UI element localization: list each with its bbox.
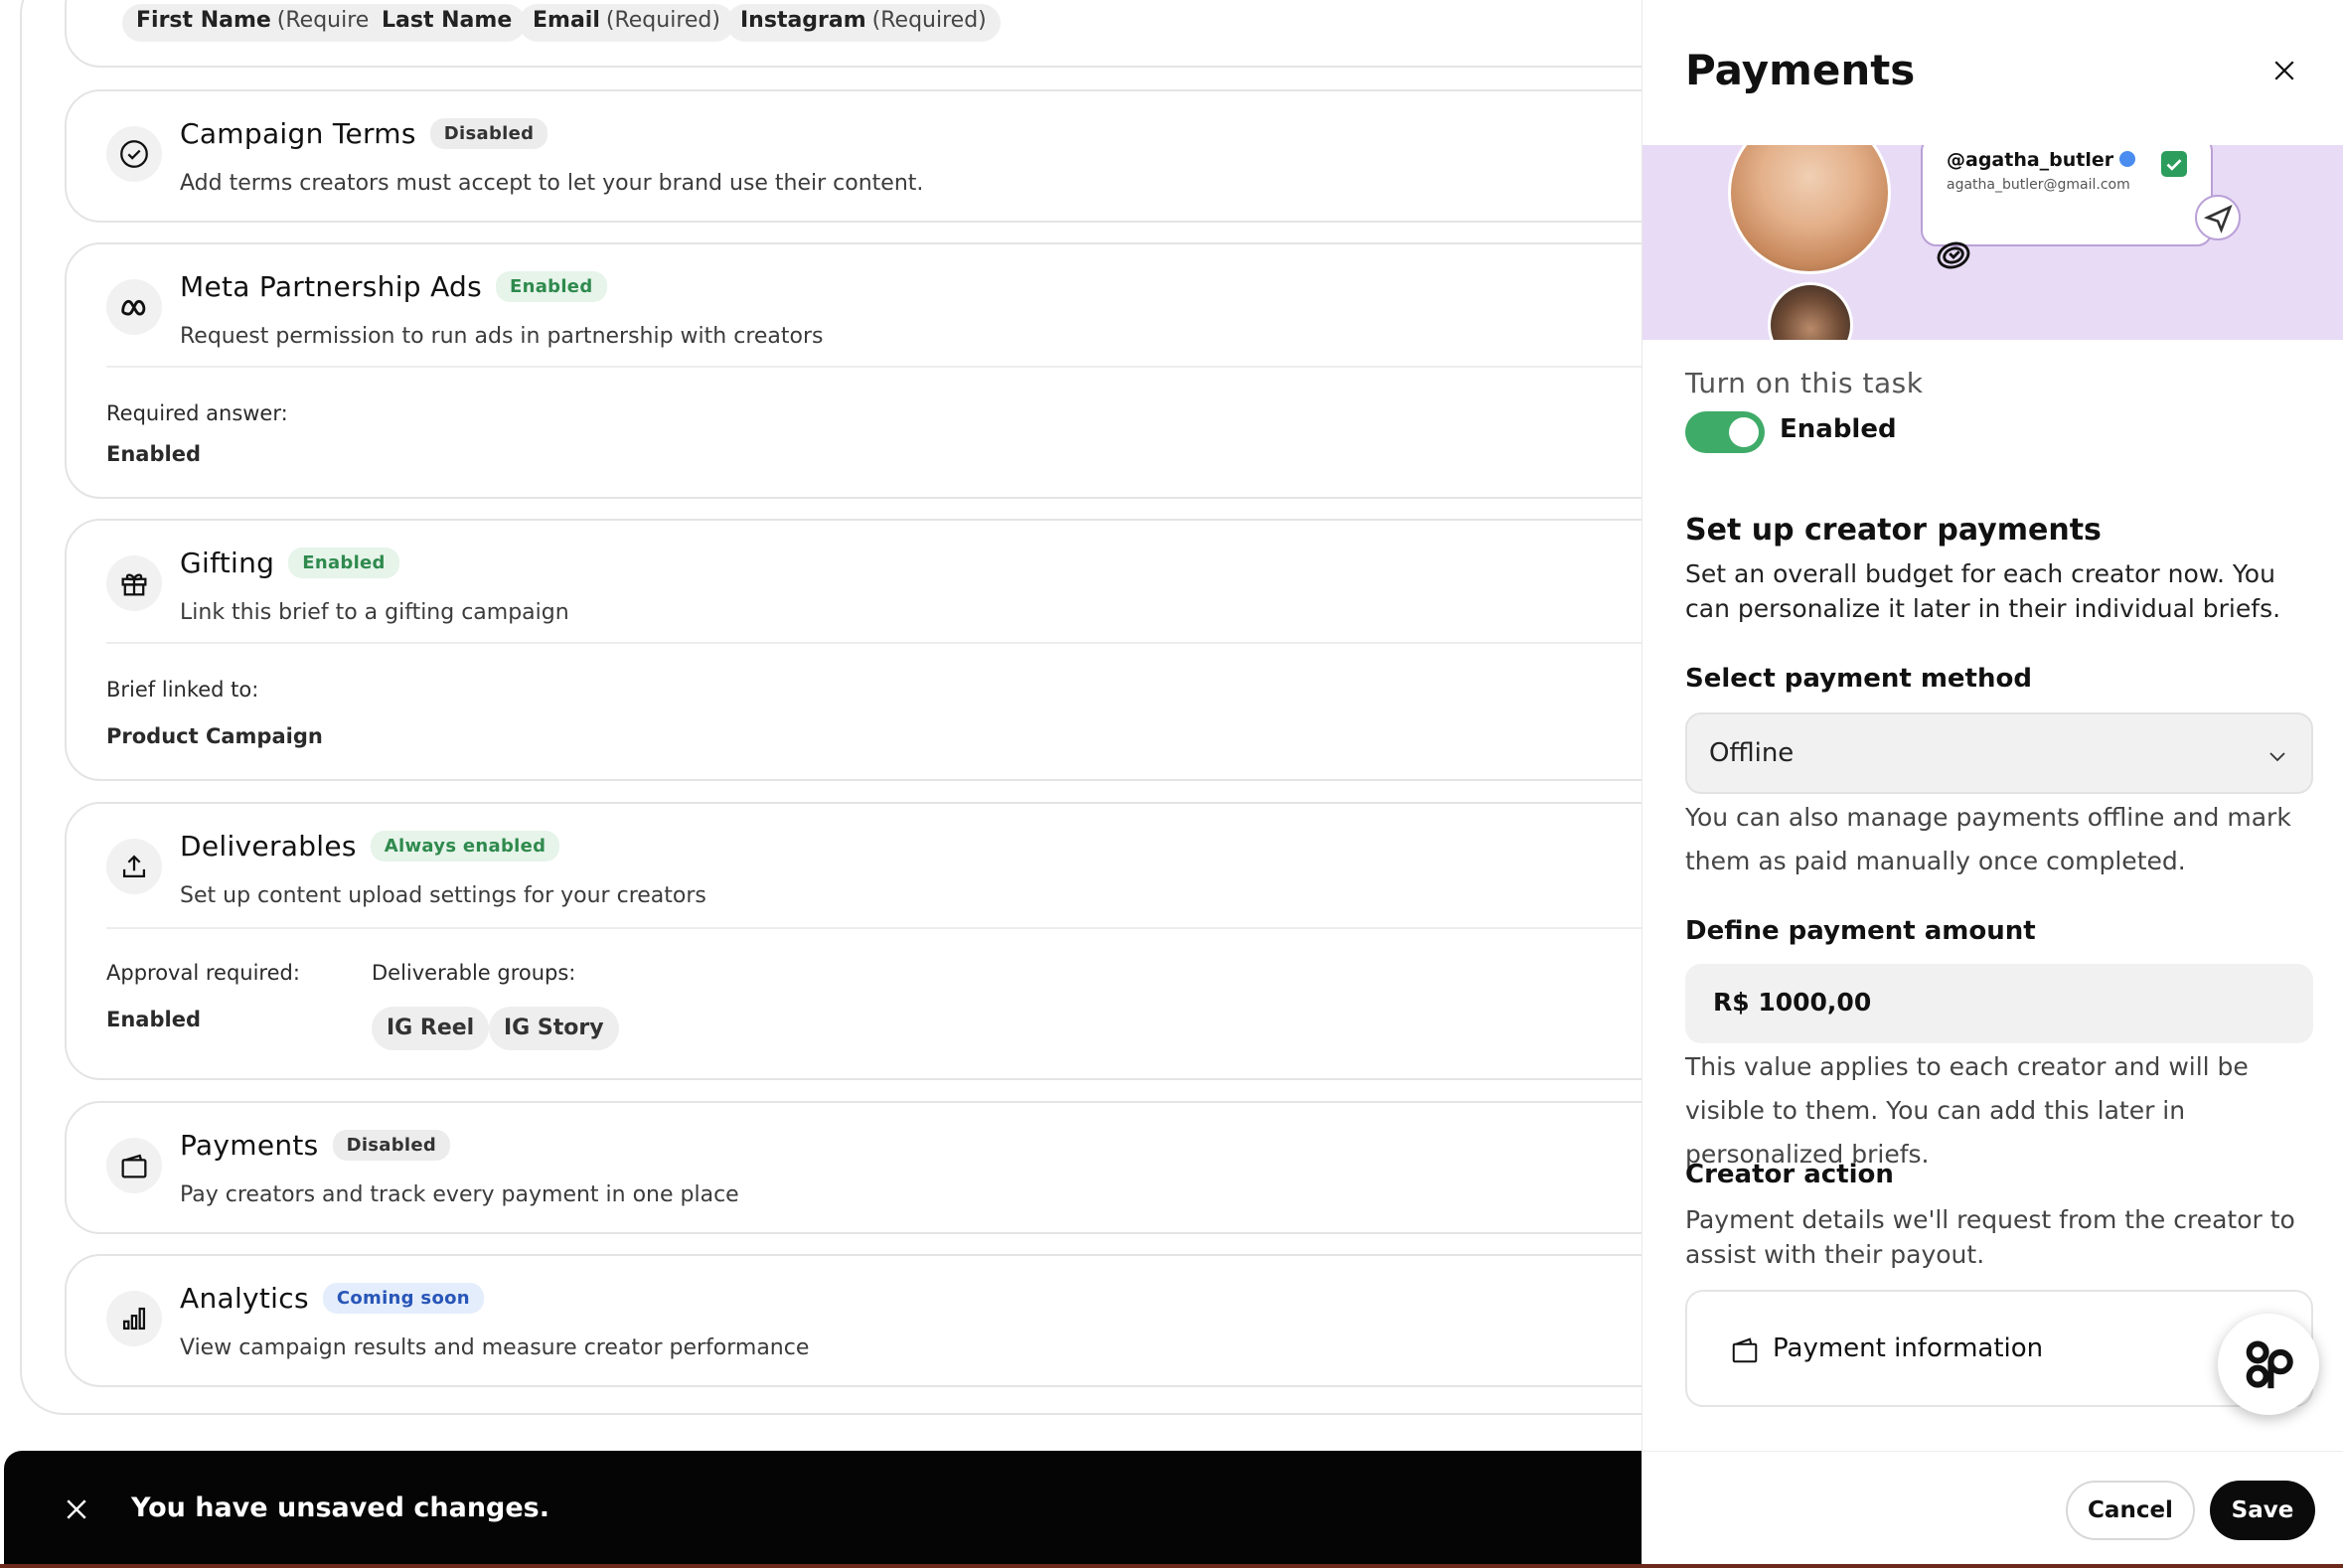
- card-description: Link this brief to a gifting campaign: [180, 600, 569, 625]
- card-title: Meta Partnership Ads Enabled: [180, 270, 607, 303]
- payment-amount-value: R$ 1000,00: [1713, 988, 1872, 1017]
- status-badge: Enabled: [496, 271, 607, 302]
- task-toggle[interactable]: [1685, 411, 1765, 453]
- deliverable-group-chip: IG Story: [489, 1007, 619, 1050]
- field-pill-email: Email (Required): [519, 4, 734, 42]
- divider: [106, 366, 1692, 368]
- status-badge: Coming soon: [322, 1283, 484, 1314]
- card-title: Deliverables Always enabled: [180, 830, 560, 862]
- required-answer-label: Required answer:: [106, 401, 288, 425]
- wallet-icon: [106, 1138, 162, 1193]
- creator-profile-card: @agatha_butler agatha_butler@gmail.com: [1921, 145, 2213, 246]
- panel-title: Payments: [1685, 46, 1916, 94]
- card-title: Gifting Enabled: [180, 547, 399, 579]
- payment-method-label: Select payment method: [1685, 664, 2032, 694]
- toggle-state-label: Enabled: [1780, 414, 1897, 444]
- setup-heading: Set up creator payments: [1685, 513, 2102, 548]
- payment-amount-help: This value applies to each creator and w…: [1685, 1052, 2249, 1169]
- card-payments[interactable]: Payments Disabled Pay creators and track …: [65, 1101, 1694, 1234]
- verified-icon: [2119, 151, 2136, 167]
- panel-footer: Cancel Save: [1642, 1451, 2343, 1568]
- card-title: Campaign Terms Disabled: [180, 117, 548, 150]
- field-pill-last-name: Last Name: [368, 4, 527, 42]
- deliverable-groups-label: Deliverable groups:: [372, 961, 576, 985]
- bottom-edge: [0, 1564, 2343, 1568]
- status-badge: Disabled: [332, 1130, 451, 1161]
- setup-text: Set an overall budget for each creator n…: [1685, 559, 2281, 623]
- card-campaign-terms[interactable]: Campaign Terms Disabled Add terms creator…: [65, 89, 1694, 223]
- coin-icon: [1937, 241, 1970, 269]
- close-icon[interactable]: [62, 1494, 91, 1524]
- payment-method-select[interactable]: Offline: [1685, 712, 2313, 794]
- close-icon[interactable]: [2269, 56, 2299, 85]
- payment-information-item[interactable]: Payment information: [1685, 1290, 2313, 1407]
- payment-information-label: Payment information: [1773, 1333, 2044, 1363]
- unsaved-changes-message: You have unsaved changes.: [131, 1492, 550, 1523]
- brief-settings-list: First Name (Required) Last Name Email (Req…: [0, 0, 1709, 1451]
- hero-illustration: @agatha_butler agatha_butler@gmail.com: [1642, 145, 2343, 340]
- field-pill-instagram: Instagram (Required): [726, 4, 1001, 42]
- toggle-knob: [1729, 417, 1759, 447]
- wallet-icon: [1732, 1337, 1758, 1363]
- divider: [106, 927, 1692, 929]
- task-toggle-label: Turn on this task: [1685, 367, 1924, 399]
- divider: [106, 642, 1692, 644]
- card-description: Set up content upload settings for your …: [180, 883, 706, 908]
- creator-avatar: [1728, 145, 1891, 274]
- checkbox-checked-icon: [2161, 151, 2187, 177]
- payment-amount-label: Define payment amount: [1685, 916, 2036, 946]
- approval-value: Enabled: [106, 1008, 201, 1031]
- gift-icon: [106, 555, 162, 611]
- creator-action-text: Payment details we'll request from the c…: [1685, 1205, 2295, 1269]
- field-pill-first-name: First Name (Required): [122, 4, 405, 42]
- card-deliverables[interactable]: Deliverables Always enabled Set up conten…: [65, 802, 1694, 1080]
- payments-panel: Payments @agatha_butler agatha_butler@gm…: [1641, 0, 2343, 1568]
- approval-label: Approval required:: [106, 961, 300, 985]
- upload-icon: [106, 839, 162, 894]
- card-analytics[interactable]: Analytics Coming soon View campaign resul…: [65, 1254, 1694, 1387]
- creator-username: @agatha_butler: [1947, 149, 2136, 171]
- support-chat-button[interactable]: [2218, 1314, 2319, 1415]
- required-answer-value: Enabled: [106, 442, 201, 466]
- card-description: Request permission to run ads in partner…: [180, 324, 824, 349]
- creator-avatar: [1768, 282, 1853, 340]
- save-button[interactable]: Save: [2210, 1481, 2315, 1540]
- payment-amount-input[interactable]: R$ 1000,00: [1685, 964, 2313, 1043]
- card-description: Add terms creators must accept to let yo…: [180, 171, 924, 196]
- creator-email: agatha_butler@gmail.com: [1947, 177, 2130, 193]
- brief-linked-label: Brief linked to:: [106, 678, 259, 702]
- card-meta-partnership-ads[interactable]: Meta Partnership Ads Enabled Request perm…: [65, 242, 1694, 499]
- cancel-button[interactable]: Cancel: [2066, 1481, 2195, 1540]
- meta-logo-icon: [106, 279, 162, 335]
- unsaved-changes-bar: You have unsaved changes.: [4, 1451, 1643, 1568]
- status-badge: Disabled: [429, 118, 548, 149]
- brief-linked-value: Product Campaign: [106, 724, 323, 748]
- brand-logo-icon: [2246, 1340, 2293, 1389]
- payment-method-help: You can also manage payments offline and…: [1685, 803, 2291, 875]
- card-title: Payments Disabled: [180, 1129, 451, 1162]
- check-circle-icon: [106, 126, 162, 182]
- card-gifting[interactable]: Gifting Enabled Link this brief to a gift…: [65, 519, 1694, 781]
- bar-chart-icon: [106, 1291, 162, 1346]
- payment-method-value: Offline: [1709, 738, 1795, 768]
- creator-action-label: Creator action: [1685, 1160, 1894, 1189]
- status-badge: Always enabled: [370, 831, 560, 862]
- deliverable-group-chip: IG Reel: [372, 1007, 490, 1050]
- send-icon: [2195, 195, 2241, 240]
- card-description: Pay creators and track every payment in …: [180, 1182, 739, 1207]
- card-description: View campaign results and measure creato…: [180, 1335, 810, 1360]
- chevron-down-icon: [2269, 752, 2285, 762]
- card-title: Analytics Coming soon: [180, 1282, 484, 1315]
- status-badge: Enabled: [288, 548, 399, 578]
- required-fields-card: First Name (Required) Last Name Email (Req…: [65, 0, 1694, 68]
